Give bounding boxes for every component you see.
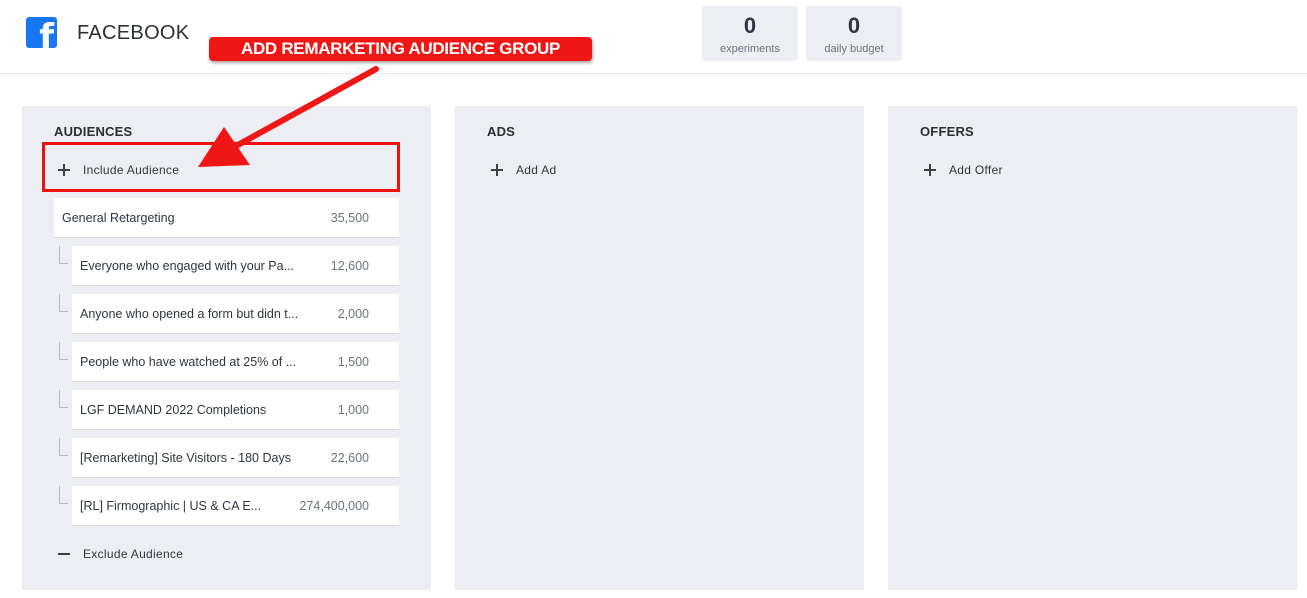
audience-group-name: General Retargeting (62, 210, 175, 225)
audience-row[interactable]: [RL] Firmographic | US & CA E... 274,400… (72, 486, 399, 526)
audience-group-row[interactable]: General Retargeting 35,500 (54, 198, 399, 238)
annotation-highlight-box (42, 142, 400, 192)
experiments-stat: 0 experiments (702, 6, 798, 61)
tree-connector (59, 486, 68, 504)
audience-name: Anyone who opened a form but didn t... (80, 306, 299, 321)
audience-count: 22,600 (330, 450, 369, 465)
audience-count: 2,000 (337, 306, 369, 321)
ads-panel: ADS Add Ad (455, 106, 864, 590)
offers-title: OFFERS (920, 124, 974, 139)
audience-name: LGF DEMAND 2022 Completions (80, 402, 267, 417)
facebook-logo-icon: f (26, 17, 57, 48)
top-header: f FACEBOOK 0 experiments 0 daily budget (0, 0, 1307, 74)
tree-connector (59, 342, 68, 360)
experiments-label: experiments (720, 43, 780, 55)
audience-row[interactable]: Anyone who opened a form but didn t... 2… (72, 294, 399, 334)
audience-count: 274,400,000 (299, 498, 369, 513)
plus-icon (491, 164, 503, 176)
add-ad-label: Add Ad (516, 163, 557, 177)
audience-row[interactable]: [Remarketing] Site Visitors - 180 Days 2… (72, 438, 399, 478)
add-offer-label: Add Offer (949, 163, 1003, 177)
audience-row[interactable]: Everyone who engaged with your Pa... 12,… (72, 246, 399, 286)
audience-group-count: 35,500 (330, 210, 369, 225)
audience-name: [Remarketing] Site Visitors - 180 Days (80, 450, 291, 465)
offers-panel: OFFERS Add Offer (888, 106, 1297, 590)
exclude-audience-label: Exclude Audience (83, 547, 184, 561)
daily-budget-label: daily budget (824, 43, 884, 55)
audience-count: 1,500 (337, 354, 369, 369)
daily-budget-value: 0 (847, 13, 861, 38)
ads-title: ADS (487, 124, 516, 139)
audience-row[interactable]: People who have watched at 25% of ... 1,… (72, 342, 399, 382)
audience-row[interactable]: LGF DEMAND 2022 Completions 1,000 (72, 390, 399, 430)
minus-icon (58, 548, 70, 560)
page-title: FACEBOOK (77, 22, 190, 44)
audience-count: 12,600 (330, 258, 369, 273)
exclude-audience-button[interactable]: Exclude Audience (58, 544, 183, 564)
annotation-label: ADD REMARKETING AUDIENCE GROUP (209, 37, 592, 61)
tree-connector (59, 390, 68, 408)
audience-name: [RL] Firmographic | US & CA E... (80, 498, 262, 513)
add-ad-button[interactable]: Add Ad (491, 160, 557, 180)
audience-name: People who have watched at 25% of ... (80, 354, 297, 369)
audience-name: Everyone who engaged with your Pa... (80, 258, 295, 273)
add-offer-button[interactable]: Add Offer (924, 160, 1003, 180)
tree-connector (59, 438, 68, 456)
audiences-title: AUDIENCES (54, 124, 133, 139)
tree-connector (59, 294, 68, 312)
experiments-count: 0 (743, 13, 757, 38)
plus-icon (924, 164, 936, 176)
audience-count: 1,000 (337, 402, 369, 417)
tree-connector (59, 246, 68, 264)
daily-budget-stat: 0 daily budget (806, 6, 902, 61)
